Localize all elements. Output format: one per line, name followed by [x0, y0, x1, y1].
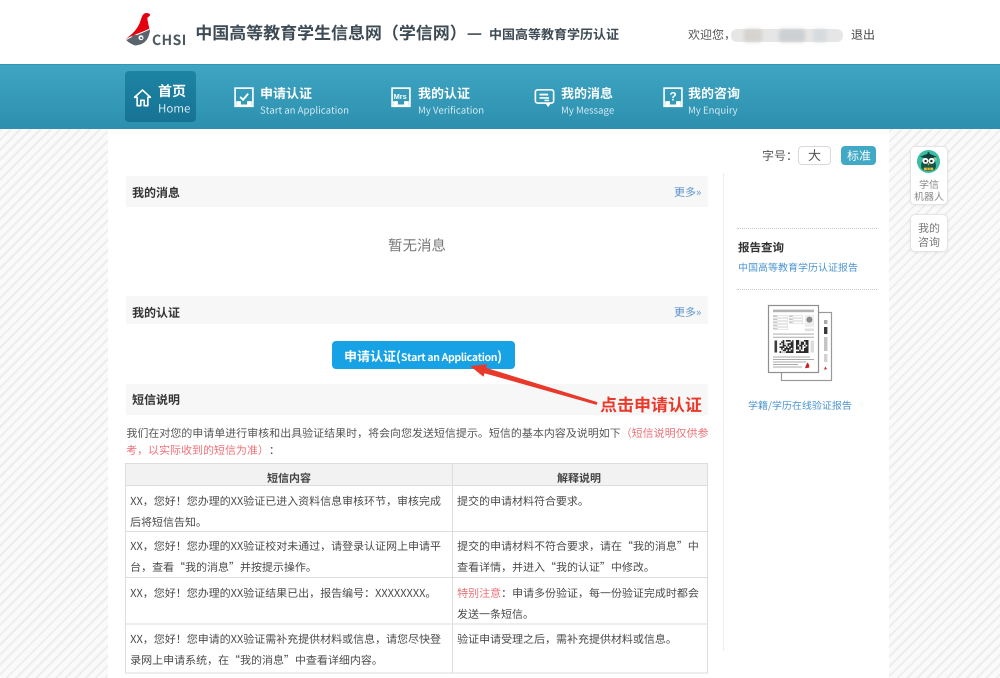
- svg-text:Mrs: Mrs: [394, 92, 407, 101]
- svg-text:?: ?: [670, 90, 677, 104]
